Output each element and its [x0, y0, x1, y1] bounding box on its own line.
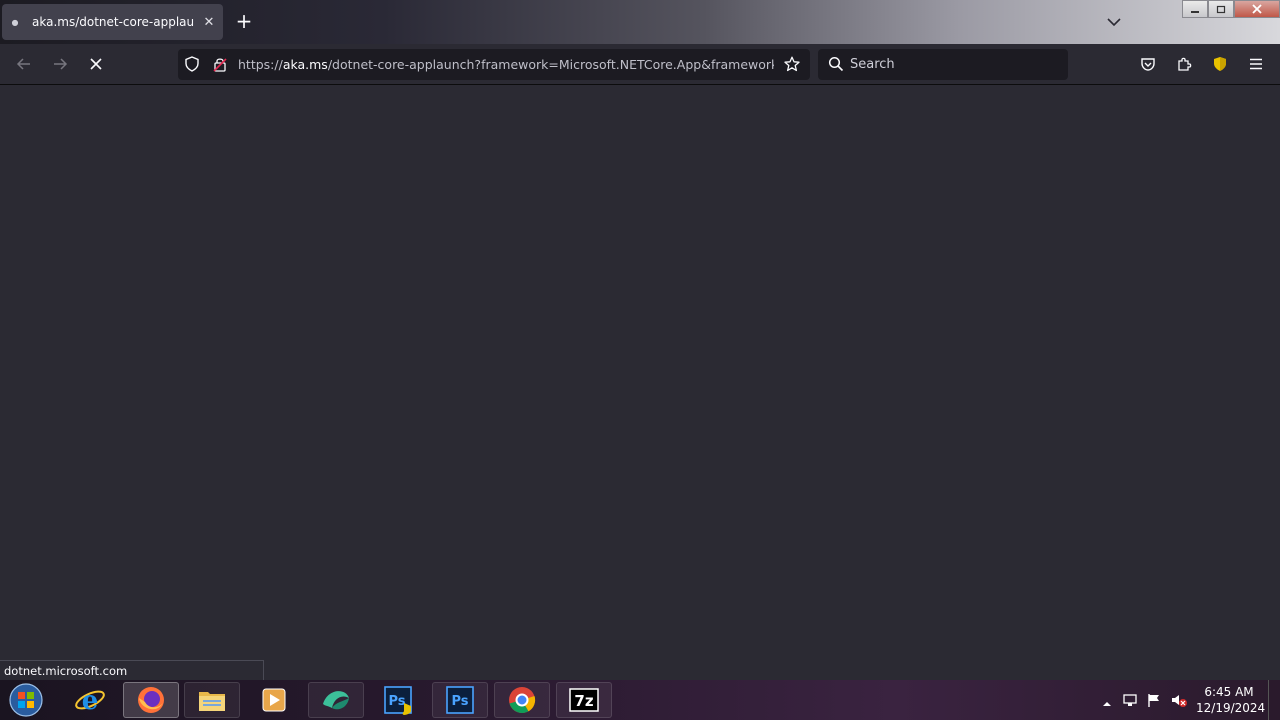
tab-close-icon[interactable]: ✕ — [195, 15, 223, 30]
bookmark-star-icon[interactable] — [784, 56, 800, 76]
stop-button[interactable] — [82, 50, 110, 78]
svg-text:e: e — [82, 686, 99, 716]
green-app-icon — [323, 691, 349, 710]
taskbar-app-internet-explorer[interactable]: e — [62, 682, 118, 718]
minimize-button[interactable] — [1182, 0, 1208, 18]
close-icon — [1252, 4, 1262, 14]
taskbar-app-firefox[interactable] — [123, 682, 179, 718]
show-hidden-icons-button[interactable] — [1102, 694, 1112, 713]
url-path: /dotnet-core-applaunch?framework=Microso… — [327, 57, 774, 72]
photoshop-label: Ps — [451, 694, 468, 709]
hamburger-menu-icon — [1250, 58, 1262, 70]
tracking-shield-icon[interactable] — [184, 56, 200, 76]
title-bar: ● aka.ms/dotnet-core-applaunch ✕ + — [0, 0, 1280, 44]
internet-explorer-icon: e — [75, 686, 105, 716]
search-icon — [828, 56, 844, 76]
taskbar-app-7zip[interactable]: 7z — [556, 682, 612, 718]
taskbar-app-green[interactable] — [308, 682, 364, 718]
back-button[interactable] — [10, 50, 38, 78]
minimize-icon — [1191, 11, 1199, 13]
taskbar-clock[interactable]: 6:45 AM 12/19/2024 — [1196, 684, 1266, 716]
media-player-icon — [262, 688, 286, 712]
pocket-button[interactable] — [1134, 50, 1162, 78]
list-all-tabs-button[interactable] — [1102, 10, 1126, 34]
shield-icon — [1214, 57, 1226, 71]
search-bar[interactable]: Search — [818, 49, 1068, 80]
url-text[interactable]: https://aka.ms/dotnet-core-applaunch?fra… — [238, 57, 774, 72]
caret-up-icon — [1103, 702, 1111, 706]
search-input[interactable]: Search — [850, 57, 895, 72]
url-scheme: https:// — [238, 57, 283, 72]
taskbar: e Ps Ps 7z — [0, 680, 1280, 720]
status-panel: dotnet.microsoft.com — [0, 660, 264, 681]
show-desktop-button[interactable] — [1268, 680, 1280, 720]
forward-button[interactable] — [46, 50, 74, 78]
extensions-button[interactable] — [1170, 50, 1198, 78]
restore-button[interactable] — [1208, 0, 1234, 18]
tab-active[interactable]: ● aka.ms/dotnet-core-applaunch ✕ — [2, 4, 223, 40]
taskbar-app-media-player[interactable] — [246, 682, 302, 718]
photoshop-label: Ps — [388, 694, 405, 709]
address-bar[interactable]: https://aka.ms/dotnet-core-applaunch?fra… — [178, 49, 810, 80]
insecure-lock-icon[interactable] — [212, 56, 228, 76]
app-menu-button[interactable] — [1242, 50, 1270, 78]
taskbar-app-photoshop-elevated[interactable]: Ps — [370, 682, 426, 718]
photoshop-icon: Ps — [384, 686, 412, 715]
url-host: aka.ms — [282, 57, 328, 72]
clock-date: 12/19/2024 — [1196, 701, 1266, 715]
page-content[interactable] — [0, 86, 1280, 680]
start-button[interactable] — [6, 682, 46, 718]
new-tab-button[interactable]: + — [232, 10, 256, 34]
taskbar-app-chrome[interactable] — [494, 682, 550, 718]
chevron-down-icon — [1107, 18, 1121, 27]
arrow-right-icon — [54, 58, 68, 70]
pocket-icon — [1141, 58, 1155, 71]
photoshop-icon: Ps — [446, 686, 474, 714]
windows-orb-icon — [9, 683, 43, 717]
puzzle-icon — [1178, 57, 1192, 71]
chrome-icon — [509, 687, 536, 714]
folder-icon — [199, 692, 225, 711]
7zip-label: 7z — [574, 692, 593, 710]
7zip-icon: 7z — [569, 688, 599, 712]
tab-title: aka.ms/dotnet-core-applaunch — [32, 15, 195, 29]
navigation-toolbar: https://aka.ms/dotnet-core-applaunch?fra… — [0, 44, 1280, 85]
window-controls — [1182, 0, 1280, 18]
restore-icon — [1216, 5, 1226, 14]
extension-shield-button[interactable] — [1206, 50, 1234, 78]
tray-action-center-flag-icon[interactable] — [1146, 692, 1162, 712]
taskbar-app-photoshop[interactable]: Ps — [432, 682, 488, 718]
arrow-left-icon — [16, 58, 30, 70]
screen: ● aka.ms/dotnet-core-applaunch ✕ + — [0, 0, 1280, 720]
close-window-button[interactable] — [1234, 0, 1280, 18]
taskbar-app-file-explorer[interactable] — [184, 682, 240, 718]
bullet-icon: ● — [11, 17, 19, 27]
firefox-icon — [138, 687, 164, 713]
tray-volume-muted-icon[interactable] — [1170, 692, 1188, 712]
clock-time: 6:45 AM — [1204, 685, 1254, 699]
tray-network-icon[interactable] — [1122, 692, 1138, 712]
close-icon — [90, 58, 102, 70]
